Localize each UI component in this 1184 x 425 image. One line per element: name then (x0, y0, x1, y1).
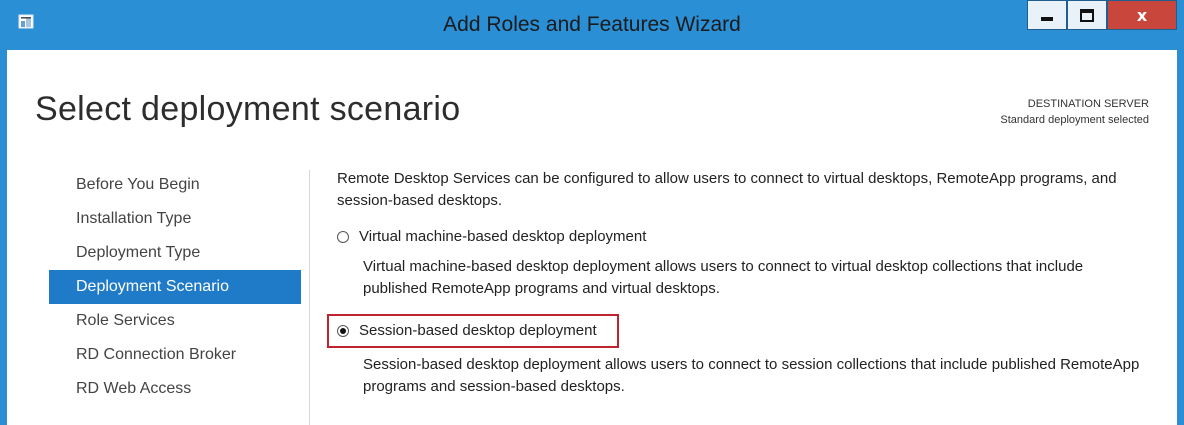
nav-item-role-services[interactable]: Role Services (49, 304, 301, 338)
intro-text: Remote Desktop Services can be configure… (337, 170, 1117, 209)
nav-item-before-you-begin[interactable]: Before You Begin (49, 168, 301, 202)
wizard-nav: Before You Begin Installation Type Deplo… (49, 168, 301, 406)
nav-item-rd-web-access[interactable]: RD Web Access (49, 372, 301, 406)
option-session-based[interactable]: Session-based desktop deployment (327, 314, 619, 348)
destination-server: DESTINATION SERVER Standard deployment s… (1000, 96, 1149, 128)
radio-virtual-machine[interactable] (337, 231, 349, 243)
wizard-window: Add Roles and Features Wizard x Select d… (0, 0, 1184, 425)
nav-item-rd-connection-broker[interactable]: RD Connection Broker (49, 338, 301, 372)
destination-value: Standard deployment selected (1000, 114, 1149, 126)
close-button[interactable]: x (1107, 0, 1177, 30)
nav-item-installation-type[interactable]: Installation Type (49, 202, 301, 236)
option-description: Session-based desktop deployment allows … (363, 356, 1140, 395)
option-description: Virtual machine-based desktop deployment… (363, 258, 1084, 297)
page-title: Select deployment scenario (35, 90, 461, 128)
minimize-icon (1041, 17, 1053, 21)
option-label[interactable]: Virtual machine-based desktop deployment (359, 226, 646, 248)
option-label[interactable]: Session-based desktop deployment (359, 320, 597, 342)
maximize-button[interactable] (1067, 0, 1107, 30)
scenario-content: Remote Desktop Services can be configure… (327, 168, 1147, 408)
window-title: Add Roles and Features Wizard (443, 13, 741, 36)
destination-label: DESTINATION SERVER (1027, 98, 1149, 110)
nav-divider (309, 170, 310, 425)
minimize-button[interactable] (1027, 0, 1067, 30)
option-virtual-machine[interactable]: Virtual machine-based desktop deployment (337, 224, 1147, 250)
close-icon: x (1136, 5, 1148, 25)
maximize-icon (1080, 8, 1094, 22)
title-bar[interactable]: Add Roles and Features Wizard x (7, 0, 1177, 50)
nav-item-deployment-type[interactable]: Deployment Type (49, 236, 301, 270)
nav-item-deployment-scenario[interactable]: Deployment Scenario (49, 270, 301, 304)
radio-session-based[interactable] (337, 325, 349, 337)
